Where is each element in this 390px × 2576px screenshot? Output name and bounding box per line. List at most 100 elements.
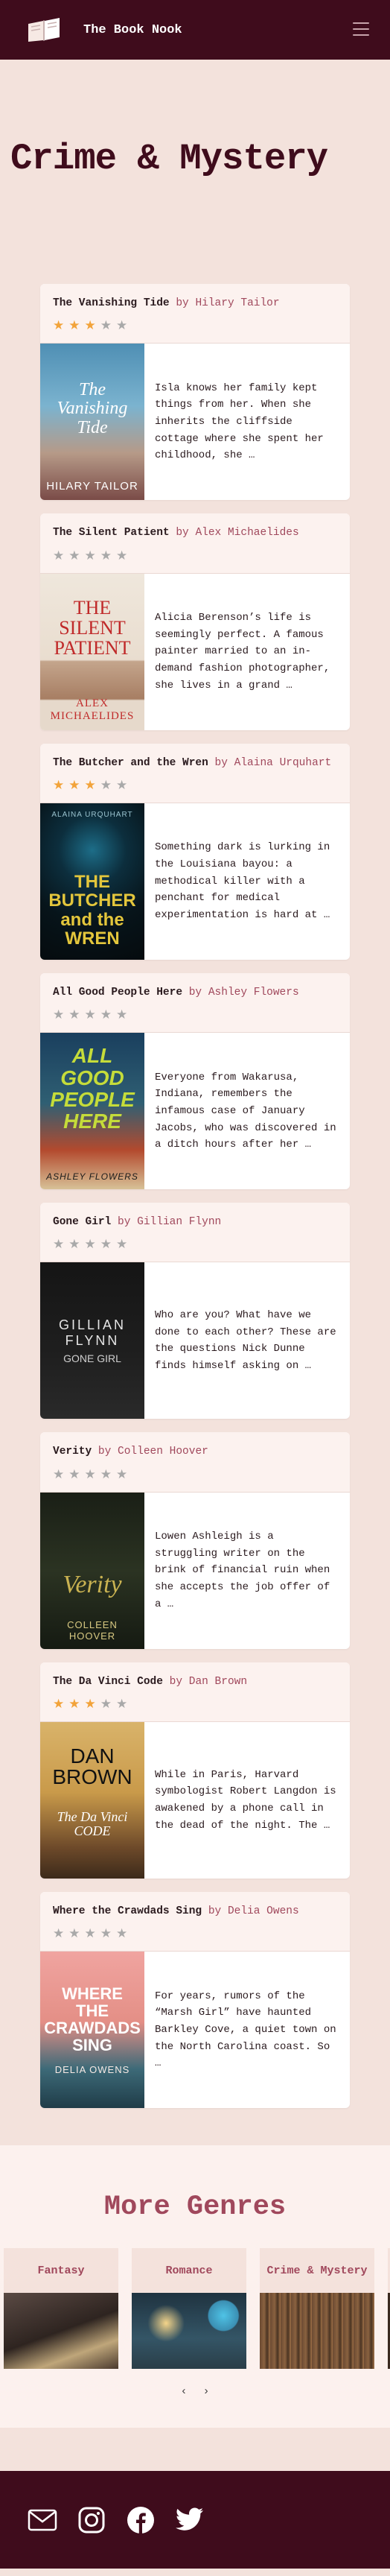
genre-carousel[interactable]: Fantasy Romance Crime & Mystery xyxy=(0,2248,390,2370)
brand-name[interactable]: The Book Nook xyxy=(83,23,182,37)
star-empty-icon[interactable]: ★ xyxy=(116,1009,127,1022)
genre-card-crime-mystery[interactable]: Crime & Mystery xyxy=(260,2248,374,2370)
star-empty-icon[interactable]: ★ xyxy=(100,1928,112,1940)
star-empty-icon[interactable]: ★ xyxy=(100,1238,112,1251)
star-empty-icon[interactable]: ★ xyxy=(53,1009,64,1022)
genre-card-fantasy[interactable]: Fantasy xyxy=(4,2248,118,2370)
star-empty-icon[interactable]: ★ xyxy=(116,1928,127,1940)
open-book-icon[interactable] xyxy=(25,15,63,45)
star-empty-icon[interactable]: ★ xyxy=(53,1238,64,1251)
book-cover[interactable]: THE SILENT PATIENT ALEX MICHAELIDES xyxy=(40,573,144,730)
star-empty-icon[interactable]: ★ xyxy=(100,1009,112,1022)
book-cover[interactable]: ALL GOOD PEOPLE HERE ASHLEY FLOWERS xyxy=(40,1033,144,1190)
facebook-icon[interactable] xyxy=(125,2504,156,2536)
book-title[interactable]: Verity by Colleen Hoover xyxy=(53,1444,337,1459)
book-card[interactable]: The Da Vinci Code by Dan Brown ★ ★ ★ ★ ★ DAN… xyxy=(40,1662,350,1879)
book-author[interactable]: by Ashley Flowers xyxy=(189,987,299,999)
star-rating[interactable]: ★ ★ ★ ★ ★ xyxy=(53,1009,337,1022)
star-empty-icon[interactable]: ★ xyxy=(116,549,127,563)
book-cover[interactable]: Verity COLLEEN HOOVER xyxy=(40,1492,144,1649)
star-empty-icon[interactable]: ★ xyxy=(68,1009,80,1022)
star-rating[interactable]: ★ ★ ★ ★ ★ xyxy=(53,1698,337,1711)
star-filled-icon[interactable]: ★ xyxy=(85,320,96,332)
book-cover[interactable]: DAN BROWN The Da Vinci CODE xyxy=(40,1722,144,1879)
book-card[interactable]: The Silent Patient by Alex Michaelides ★… xyxy=(40,513,350,730)
star-empty-icon[interactable]: ★ xyxy=(116,1238,127,1251)
book-author[interactable]: by Delia Owens xyxy=(208,1905,299,1917)
book-title[interactable]: Where the Crawdads Sing by Delia Owens xyxy=(53,1904,337,1919)
book-blurb: For years, rumors of the “Marsh Girl” ha… xyxy=(155,1990,336,2070)
star-empty-icon[interactable]: ★ xyxy=(68,1238,80,1251)
book-title[interactable]: The Silent Patient by Alex Michaelides xyxy=(53,525,337,540)
mail-icon[interactable] xyxy=(27,2504,58,2536)
book-title[interactable]: The Butcher and the Wren by Alaina Urquh… xyxy=(53,756,337,770)
star-empty-icon[interactable]: ★ xyxy=(68,1468,80,1481)
star-empty-icon[interactable]: ★ xyxy=(53,1928,64,1940)
star-rating[interactable]: ★ ★ ★ ★ ★ xyxy=(53,1238,337,1251)
book-cover[interactable]: ALAINA URQUHART THE BUTCHER and the WREN xyxy=(40,803,144,960)
star-rating[interactable]: ★ ★ ★ ★ ★ xyxy=(53,779,337,792)
star-filled-icon[interactable]: ★ xyxy=(85,779,96,792)
book-author[interactable]: by Gillian Flynn xyxy=(118,1216,221,1228)
star-empty-icon[interactable]: ★ xyxy=(85,549,96,563)
twitter-icon[interactable] xyxy=(174,2504,205,2536)
book-card-body: GILLIAN FLYNN GONE GIRL Who are you? Wha… xyxy=(40,1262,350,1420)
book-card[interactable]: The Butcher and the Wren by Alaina Urquh… xyxy=(40,743,350,960)
star-empty-icon[interactable]: ★ xyxy=(85,1468,96,1481)
star-empty-icon[interactable]: ★ xyxy=(85,1009,96,1022)
star-empty-icon[interactable]: ★ xyxy=(68,1928,80,1940)
star-empty-icon[interactable]: ★ xyxy=(100,320,112,332)
chevron-left-icon[interactable]: ‹ xyxy=(180,2385,187,2398)
book-title[interactable]: The Da Vinci Code by Dan Brown xyxy=(53,1674,337,1689)
star-empty-icon[interactable]: ★ xyxy=(116,779,127,792)
book-title[interactable]: All Good People Here by Ashley Flowers xyxy=(53,985,337,1000)
star-filled-icon[interactable]: ★ xyxy=(85,1698,96,1711)
book-title-text: The Da Vinci Code xyxy=(53,1675,163,1688)
star-filled-icon[interactable]: ★ xyxy=(53,1698,64,1711)
star-empty-icon[interactable]: ★ xyxy=(100,1698,112,1711)
genre-image xyxy=(132,2293,246,2370)
star-empty-icon[interactable]: ★ xyxy=(68,549,80,563)
book-card[interactable]: Where the Crawdads Sing by Delia Owens ★… xyxy=(40,1892,350,2109)
book-card[interactable]: Verity by Colleen Hoover ★ ★ ★ ★ ★ Verity CO… xyxy=(40,1432,350,1649)
star-empty-icon[interactable]: ★ xyxy=(53,549,64,563)
star-rating[interactable]: ★ ★ ★ ★ ★ xyxy=(53,1468,337,1481)
book-author[interactable]: by Dan Brown xyxy=(170,1676,247,1688)
book-author[interactable]: by Alex Michaelides xyxy=(176,527,298,539)
genre-card-romance[interactable]: Romance xyxy=(132,2248,246,2370)
book-cover[interactable]: WHERE THE CRAWDADS SING DELIA OWENS xyxy=(40,1952,144,2109)
star-filled-icon[interactable]: ★ xyxy=(68,779,80,792)
star-empty-icon[interactable]: ★ xyxy=(116,320,127,332)
star-empty-icon[interactable]: ★ xyxy=(85,1238,96,1251)
book-author[interactable]: by Colleen Hoover xyxy=(98,1446,208,1458)
book-cover[interactable]: GILLIAN FLYNN GONE GIRL xyxy=(40,1262,144,1420)
star-empty-icon[interactable]: ★ xyxy=(116,1698,127,1711)
star-filled-icon[interactable]: ★ xyxy=(68,320,80,332)
star-empty-icon[interactable]: ★ xyxy=(100,779,112,792)
star-filled-icon[interactable]: ★ xyxy=(68,1698,80,1711)
book-blurb: Isla knows her family kept things from h… xyxy=(155,382,324,462)
star-filled-icon[interactable]: ★ xyxy=(53,779,64,792)
chevron-right-icon[interactable]: › xyxy=(203,2385,210,2398)
book-title[interactable]: Gone Girl by Gillian Flynn xyxy=(53,1215,337,1230)
book-card-body: The Vanishing Tide HILARY TAILOR Isla kn… xyxy=(40,344,350,501)
star-empty-icon[interactable]: ★ xyxy=(100,549,112,563)
book-cover[interactable]: The Vanishing Tide HILARY TAILOR xyxy=(40,344,144,501)
star-rating[interactable]: ★ ★ ★ ★ ★ xyxy=(53,549,337,563)
star-empty-icon[interactable]: ★ xyxy=(100,1468,112,1481)
star-rating[interactable]: ★ ★ ★ ★ ★ xyxy=(53,1928,337,1940)
star-rating[interactable]: ★ ★ ★ ★ ★ xyxy=(53,320,337,332)
book-card[interactable]: Gone Girl by Gillian Flynn ★ ★ ★ ★ ★ GILLIAN… xyxy=(40,1203,350,1420)
hamburger-menu-icon[interactable] xyxy=(353,22,369,36)
author-prefix: by xyxy=(118,1216,131,1229)
book-author[interactable]: by Hilary Tailor xyxy=(176,297,279,309)
star-empty-icon[interactable]: ★ xyxy=(85,1928,96,1940)
book-title[interactable]: The Vanishing Tide by Hilary Tailor xyxy=(53,296,337,311)
star-filled-icon[interactable]: ★ xyxy=(53,320,64,332)
instagram-icon[interactable] xyxy=(76,2504,107,2536)
book-author[interactable]: by Alaina Urquhart xyxy=(215,757,332,769)
star-empty-icon[interactable]: ★ xyxy=(53,1468,64,1481)
book-card[interactable]: All Good People Here by Ashley Flowers ★… xyxy=(40,972,350,1190)
book-card[interactable]: The Vanishing Tide by Hilary Tailor ★ ★ ★ ★… xyxy=(40,284,350,501)
star-empty-icon[interactable]: ★ xyxy=(116,1468,127,1481)
